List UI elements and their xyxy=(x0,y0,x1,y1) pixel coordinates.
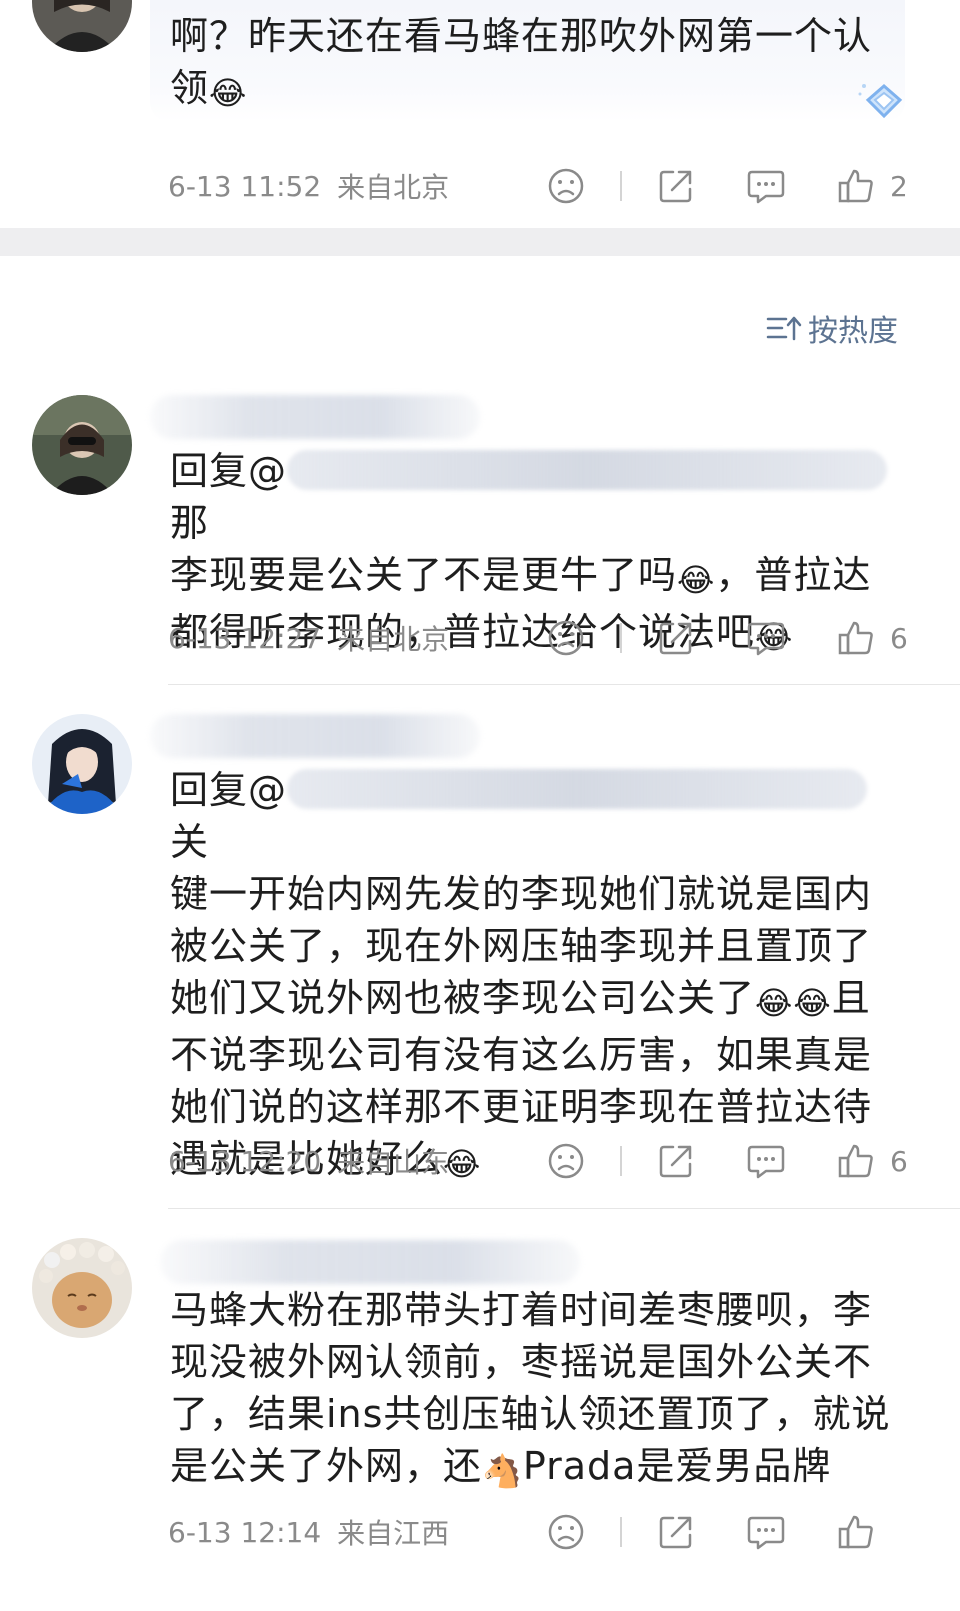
like-count: 6 xyxy=(890,1144,908,1178)
sort-by-heat-button[interactable]: 按热度 xyxy=(766,306,898,350)
username-redacted xyxy=(150,714,480,758)
username-redacted xyxy=(160,1240,580,1284)
reply-bubble-icon[interactable] xyxy=(746,1141,786,1181)
comment-actions: 2 xyxy=(546,164,908,208)
username-redacted xyxy=(150,395,480,439)
action-separator xyxy=(620,1517,622,1547)
laughing-tears-emoji: 😂 xyxy=(793,984,832,1022)
avatar[interactable] xyxy=(32,1238,132,1338)
location: 来自北京 xyxy=(337,623,450,656)
laughing-tears-emoji: 😂 xyxy=(677,561,716,599)
timestamp: 6-13 12:14 xyxy=(168,1515,322,1549)
action-separator xyxy=(620,623,622,653)
sort-label: 按热度 xyxy=(808,314,898,349)
dislike-face-icon[interactable] xyxy=(546,166,586,206)
location: 来自北京 xyxy=(337,171,450,204)
dislike-face-icon[interactable] xyxy=(546,618,586,658)
comment-meta: 6-13 11:52 来自北京 2 xyxy=(168,164,908,208)
comment-actions: 6 xyxy=(546,616,908,660)
location: 来自山东 xyxy=(337,1146,450,1179)
like-thumb-icon[interactable] xyxy=(836,1512,876,1552)
horse-emoji: 🐴 xyxy=(482,1452,523,1490)
comment-actions: 6 xyxy=(546,1139,908,1183)
reply-bubble-icon[interactable] xyxy=(746,618,786,658)
laughing-tears-emoji: 😂 xyxy=(755,984,794,1022)
reply-bubble-icon[interactable] xyxy=(746,1512,786,1552)
comment-text: 啊？昨天还在看马蜂在那吹外网第一个认 领😂 xyxy=(170,10,900,119)
mention-redacted[interactable] xyxy=(287,769,868,809)
comment-meta: 6-13 12:14 来自江西 xyxy=(168,1510,908,1554)
like-count: 6 xyxy=(890,621,908,655)
comment-actions xyxy=(546,1510,908,1554)
section-divider xyxy=(0,228,960,256)
mention-redacted[interactable] xyxy=(287,450,888,490)
avatar[interactable] xyxy=(32,395,132,495)
row-divider xyxy=(168,684,960,685)
location: 来自江西 xyxy=(337,1517,450,1550)
comment-text: 回复@关 键一开始内网先发的李现她们就说是国内 被公关了，现在外网压轴李现并且置… xyxy=(170,764,900,1190)
timestamp: 6-13 12:27 xyxy=(168,621,322,655)
share-icon[interactable] xyxy=(656,618,696,658)
like-thumb-icon[interactable] xyxy=(836,1141,876,1181)
laughing-tears-emoji: 😂 xyxy=(209,74,248,112)
avatar[interactable] xyxy=(32,714,132,814)
reply-bubble-icon[interactable] xyxy=(746,166,786,206)
action-separator xyxy=(620,1146,622,1176)
sort-icon xyxy=(766,316,802,341)
dislike-face-icon[interactable] xyxy=(546,1141,586,1181)
action-separator xyxy=(620,171,622,201)
comment-meta: 6-13 12:20 来自山东 6 xyxy=(168,1139,908,1183)
share-icon[interactable] xyxy=(656,166,696,206)
comment-meta: 6-13 12:27 来自北京 6 xyxy=(168,616,908,660)
avatar[interactable] xyxy=(32,0,132,52)
share-icon[interactable] xyxy=(656,1141,696,1181)
like-thumb-icon[interactable] xyxy=(836,618,876,658)
like-thumb-icon[interactable] xyxy=(836,166,876,206)
row-divider xyxy=(168,1208,960,1209)
timestamp: 6-13 12:20 xyxy=(168,1144,322,1178)
timestamp: 6-13 11:52 xyxy=(168,169,322,203)
comment-text: 马蜂大粉在那带头打着时间差枣腰呗，李 现没被外网认领前，枣摇说是国外公关不 了，… xyxy=(170,1284,900,1497)
diamond-badge-icon xyxy=(858,84,903,119)
share-icon[interactable] xyxy=(656,1512,696,1552)
dislike-face-icon[interactable] xyxy=(546,1512,586,1552)
like-count: 2 xyxy=(890,169,908,203)
